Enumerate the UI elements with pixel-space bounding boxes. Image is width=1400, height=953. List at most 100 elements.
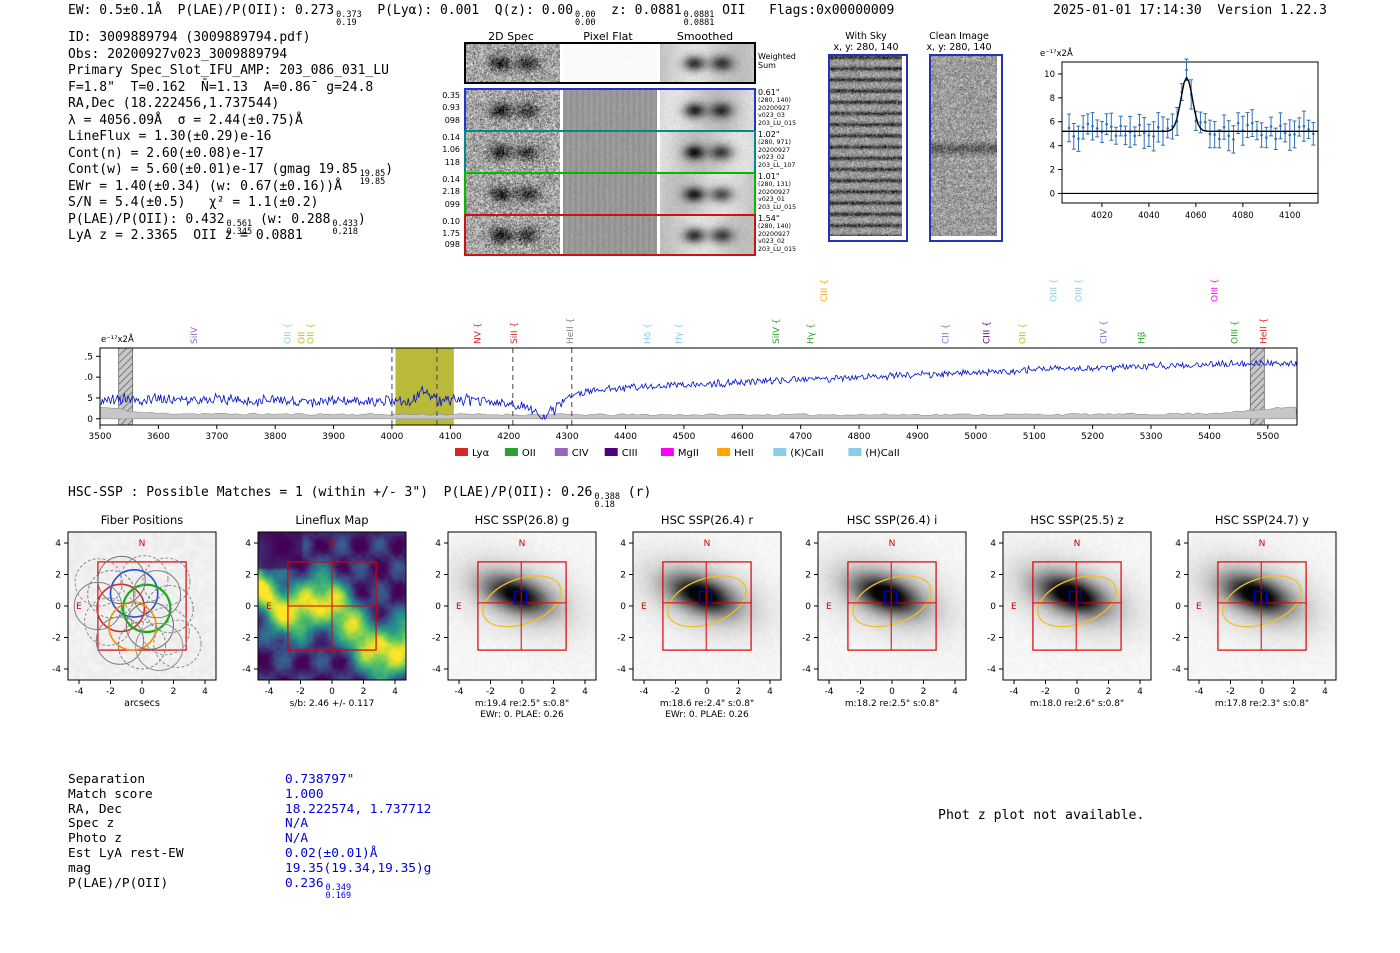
panel-title: Fiber Positions [101,514,184,527]
data-point [1213,133,1216,136]
data-point [1279,124,1282,128]
match-table-row: Separation 0.738797" [68,772,431,787]
east-label: E [266,602,272,612]
data-point [1227,134,1231,138]
panel-frame [1002,531,1152,681]
panel-caption: s/b: 2.46 +/- 0.117 [290,699,375,709]
data-point [1232,138,1235,141]
panel-caption: m:18.6 re:2.4" s:0.8" [660,699,754,709]
match-row-value: 18.222574, 1.737712 [285,802,431,817]
aperture-square [477,561,567,651]
match-row-value: 0.02(±0.01)Å [285,846,377,861]
emission-line-label: OIII { [1049,278,1059,302]
emission-line-label: Hδ { [644,323,654,344]
data-point [1218,137,1221,141]
panel-y-tick-label: 4 [55,539,61,549]
spectrum-x-tick-label: 4900 [906,432,929,442]
data-point [1293,133,1296,136]
panel-x-tick-label: 4 [1322,687,1328,697]
spectrum-x-tick-label: 3800 [264,432,287,442]
panel-caption2: EWr: 0. PLAE: 0.26 [480,710,564,720]
emission-line-label: OIII { [1211,278,1221,302]
match-row-label: P(LAE)/P(OII) [68,875,169,891]
legend-swatch [773,448,787,456]
panel-x-tick-label: 4 [767,687,773,697]
text-segment: P(LAE)/P(OII): 0.432 [68,211,225,227]
data-point [1091,124,1094,128]
panel-x-tick-label: -2 [856,687,865,697]
panel-y-tick-label: 0 [1175,602,1181,612]
data-point [1119,124,1123,128]
north-label: N [704,539,711,549]
panel-y-tick-label: 0 [245,602,251,612]
panel-y-tick-label: -4 [432,665,441,675]
emission-line-label: SiIV { [772,318,782,344]
panel-x-tick-label: -2 [1226,687,1235,697]
panel-x-tick-label: 2 [171,687,177,697]
spectrum-x-tick-label: 5500 [1256,432,1279,442]
spectrum-x-tick-label: 4200 [497,432,520,442]
panel-title: Lineflux Map [295,514,368,527]
aperture-square [1032,561,1122,651]
panel-x-tick-label: -2 [106,687,115,697]
panel-x-tick-label: -4 [455,687,464,697]
east-label: E [641,602,647,612]
panel-title: HSC SSP(26.8) g [475,514,570,527]
panel-title: HSC SSP(25.5) z [1030,514,1123,527]
info-line: Cont(w) = 5.60(±0.01)e-17 (gmag 19.85 19.… [68,162,393,187]
emission-line-label: CIV { [1100,320,1110,344]
spec2d-flat-image [563,174,657,214]
panel-y-tick-label: 4 [245,539,251,549]
match-row-label: Est LyA rest-EW [68,845,184,861]
emission-line-label: CIII { [820,279,830,302]
detection-position-box [513,590,528,605]
sep-ellipse [667,575,747,628]
elixer-detection-report: EW: 0.5±0.1Å P(LAE)/P(OII): 0.273 0.373 0.… [0,0,1400,953]
data-point [1199,121,1202,124]
spec2d-row-left-values: 0.14 2.18 099 [442,175,460,209]
panel-x-tick-label: -2 [671,687,680,697]
legend-label: (K)CaII [790,448,823,459]
spec2d-row-annotation: 1.01" (280, 131) 20200927 v023_01 203_LU_015 [758,172,797,211]
panel-x-tick-label: 2 [361,687,367,697]
panel-caption: m:18.2 re:2.5" s:0.8" [845,699,939,709]
panel-y-tick-label: 0 [990,602,996,612]
match-row-label: Match score [68,786,153,802]
emission-line-label: OII { [283,323,293,344]
clean-image-title: Clean Image [929,31,989,42]
panel-y-tick-label: -4 [52,665,61,675]
match-row-label: mag [68,860,92,876]
spectrum-line [99,358,1298,421]
text-segment: N/A [285,831,309,847]
info-line: EWr = 1.40(±0.34) (w: 0.67(±0.16))Å [68,179,393,196]
zoom-ylabel: e⁻¹⁷x2Å [1040,47,1073,59]
detection-position-box [698,590,713,605]
sep-ellipse [1222,575,1302,628]
spec2d-row-annotation: 1.02" (280, 971) 20200927 v023_02 203_LL_107 [758,130,796,169]
panel-y-tick-label: -2 [802,633,811,643]
panel-y-tick-label: 2 [990,571,996,581]
sep-ellipse [1037,575,1117,628]
spec2d-row [464,172,756,216]
data-point [1086,122,1090,126]
spec2d-row [464,130,756,174]
photz-note: Phot z plot not available. [938,808,1145,823]
text-segment: RA,Dec (18.222456,1.737544) [68,96,280,111]
text-segment: Primary Spec_Slot_IFU_AMP: 203_086_031_L… [68,63,389,78]
spec2d-row-left-values: 0.10 1.75 098 [442,217,460,250]
spectrum-x-tick-label: 4700 [789,432,812,442]
match-table-row: mag 19.35(19.34,19.35)g [68,861,431,876]
stacked-uncertainty: 0.433 0.218 [332,218,359,237]
text-segment: F=1.8" T=0.162 N̄=1.13 A=0.86̄ g=24.8 [68,79,374,95]
emission-line-label: NV { [474,323,484,344]
text-segment: 0.02(±0.01)Å [285,845,378,861]
spectrum-x-tick-label: 4400 [614,432,637,442]
stacked-uncertainty: 0.373 0.19 [336,10,362,29]
spec2d-spec-image [466,44,560,82]
emission-line-label: CII { [941,324,951,344]
panel-y-tick-label: 0 [55,602,61,612]
data-point [1288,133,1292,137]
data-point [1152,135,1155,138]
data-point [1105,122,1108,126]
spec2d-row [464,214,756,256]
